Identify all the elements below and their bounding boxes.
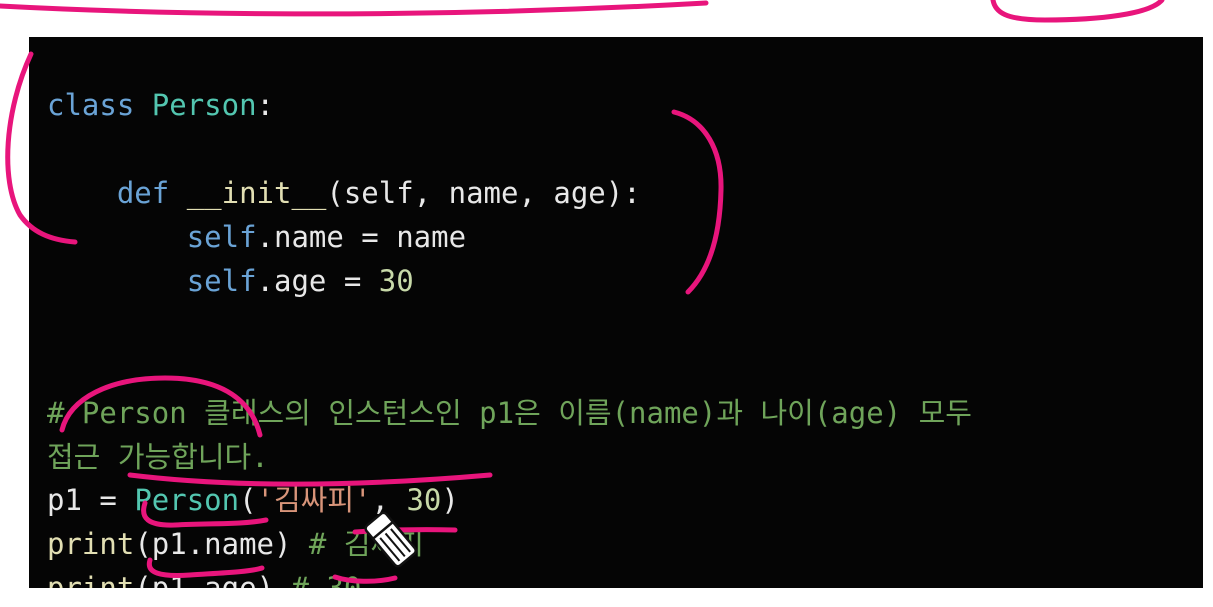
top-underline-annotation <box>0 0 709 17</box>
code-line-self-age: self.age = 30 <box>47 261 414 301</box>
age-literal: 30 <box>378 264 414 298</box>
print-function: print <box>47 527 135 561</box>
code-line-print-name: print(p1.name) # 김싸피 <box>47 524 424 564</box>
print-args: (p1.name) <box>134 527 309 561</box>
self-keyword: self <box>186 220 257 254</box>
code-line-self-name: self.name = name <box>47 217 466 257</box>
code-line-class-def: class Person: <box>47 85 274 125</box>
number-literal: 30 <box>406 483 442 517</box>
self-keyword: self <box>186 264 257 298</box>
comma: , <box>371 483 407 517</box>
code-line-print-age: print(p1.age) # 30 <box>47 568 361 588</box>
instance-assign: p1 = <box>47 483 135 517</box>
class-name: Person <box>151 88 257 122</box>
inline-comment: # 김싸피 <box>308 527 424 561</box>
inline-comment: # 30 <box>291 571 362 588</box>
assign-name: .name = name <box>256 220 467 254</box>
init-args: (self, name, age): <box>326 176 641 210</box>
code-line-init-def: def __init__(self, name, age): <box>47 173 641 213</box>
top-right-loop-annotation <box>990 0 1165 23</box>
print-function: print <box>47 571 135 588</box>
string-literal: '김싸피' <box>256 483 372 517</box>
colon: : <box>256 88 275 122</box>
code-editor-panel: class Person: def __init__(self, name, a… <box>29 37 1203 588</box>
paren-open: ( <box>239 483 257 517</box>
keyword-class: class <box>47 88 135 122</box>
class-call: Person <box>134 483 240 517</box>
code-comment-line-1: # Person 클래스의 인스턴스인 p1은 이름(name)과 나이(age… <box>47 396 972 430</box>
init-method-name: __init__ <box>186 176 327 210</box>
assign-age: .age = <box>256 264 379 298</box>
paren-close: ) <box>441 483 459 517</box>
code-line-instance: p1 = Person('김싸피', 30) <box>47 480 459 520</box>
print-args: (p1.age) <box>134 571 292 588</box>
code-comment-line-2: 접근 가능합니다. <box>47 440 269 474</box>
keyword-def: def <box>116 176 170 210</box>
